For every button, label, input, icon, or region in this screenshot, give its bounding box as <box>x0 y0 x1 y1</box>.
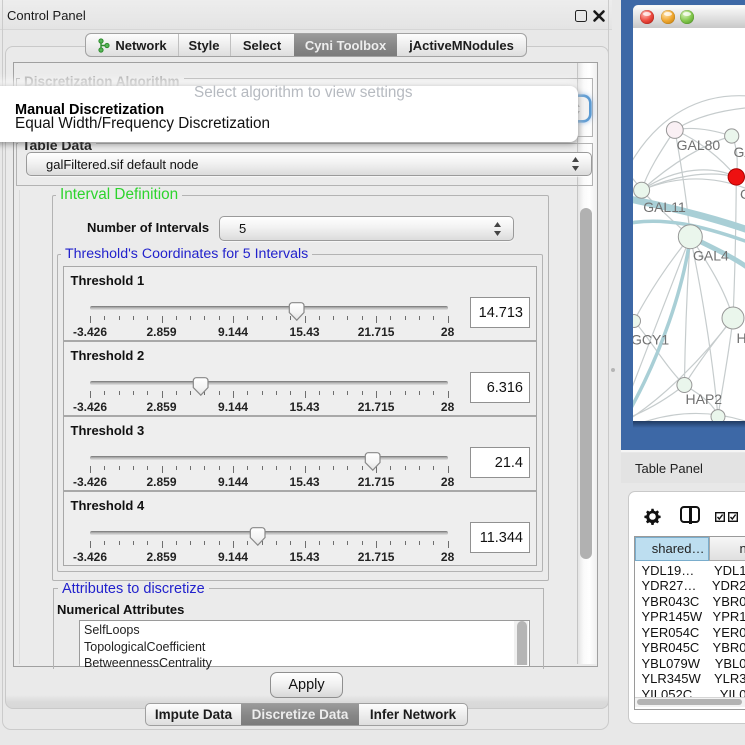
svg-text:GAL80: GAL80 <box>677 137 721 153</box>
svg-text:GAL4: GAL4 <box>693 248 729 264</box>
svg-text:C: C <box>740 186 745 202</box>
svg-text:HAP2: HAP2 <box>686 391 723 407</box>
svg-text:GA: GA <box>734 144 745 160</box>
svg-text:GCY1: GCY1 <box>633 332 669 348</box>
svg-text:H: H <box>737 330 745 346</box>
svg-text:GAL11: GAL11 <box>643 199 686 215</box>
